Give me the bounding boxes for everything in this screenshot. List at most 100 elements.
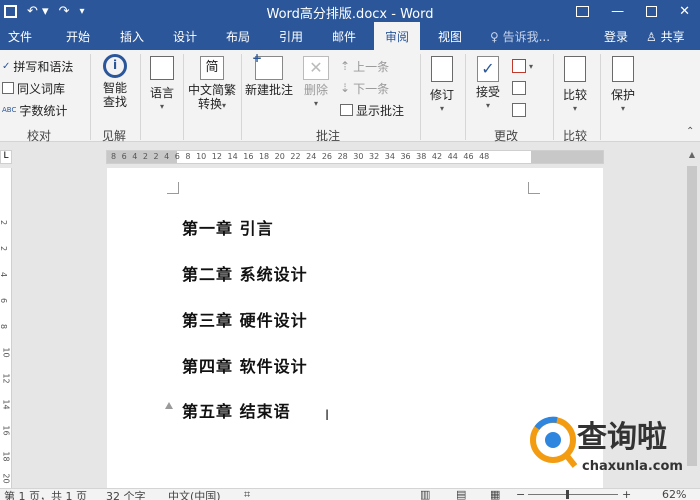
ruler-number: 18 — [1, 451, 11, 462]
next-change-button[interactable] — [512, 100, 526, 120]
zoom-level[interactable]: 62% — [662, 488, 686, 500]
tab-selector[interactable]: L — [0, 150, 12, 164]
group-separator — [553, 54, 554, 140]
track-changes-icon — [431, 56, 453, 82]
compare-label: 比较 — [562, 88, 587, 102]
language-label: 语言 — [149, 86, 174, 100]
accept-label: 接受 — [475, 85, 500, 99]
margin-corner-tr — [528, 182, 540, 194]
horizontal-ruler[interactable]: 8 6 4 2 2 4 6 8 10 12 14 16 18 20 22 24 … — [106, 150, 604, 164]
reject-icon — [512, 59, 526, 73]
web-layout-icon[interactable]: ▦ — [490, 488, 500, 500]
close-icon[interactable]: ✕ — [679, 4, 690, 19]
ruler-number: 2 — [0, 220, 8, 225]
next-comment-label: 下一条 — [353, 81, 390, 96]
ruler-number: 6 — [0, 298, 8, 303]
tab-insert[interactable]: 插入 — [112, 22, 152, 50]
ruler-number: 14 — [1, 399, 11, 410]
zoom-slider[interactable] — [528, 494, 618, 495]
tell-me-box[interactable]: ♀ 告诉我... — [490, 22, 550, 50]
magnifier-logo-icon — [530, 416, 578, 468]
group-separator — [465, 54, 466, 140]
title-bar: ↶ ▾ ↷ ▾ Word高分排版.docx - Word — ✕ — [0, 0, 700, 22]
track-changes-button[interactable]: 修订 ▾ — [424, 56, 460, 116]
tab-mailings[interactable]: 邮件 — [324, 22, 364, 50]
tab-view[interactable]: 视图 — [430, 22, 470, 50]
group-separator — [90, 54, 91, 140]
group-label-comments: 批注 — [316, 129, 341, 143]
tab-layout[interactable]: 布局 — [218, 22, 258, 50]
collapse-heading-icon[interactable] — [165, 402, 173, 409]
tab-references[interactable]: 引用 — [271, 22, 311, 50]
next-comment-icon: ⇣ — [340, 81, 351, 95]
tab-file[interactable]: 文件 — [0, 22, 40, 50]
previous-comment-button[interactable]: ⇡ 上一条 — [340, 56, 389, 76]
language-status[interactable]: 中文(中国) — [168, 488, 221, 500]
heading-chapter-4[interactable]: 第四章 软件设计 — [182, 353, 308, 377]
compare-button[interactable]: 比较 ▾ — [556, 56, 594, 116]
ruler-number: 12 — [1, 373, 11, 384]
smart-lookup-button[interactable]: i 智能 查找 — [97, 54, 133, 109]
group-separator — [420, 54, 421, 140]
group-label-insights: 见解 — [102, 129, 127, 143]
minimize-icon[interactable]: — — [611, 4, 624, 19]
thesaurus-button[interactable]: 同义词库 — [2, 78, 65, 98]
ribbon-display-options-icon[interactable] — [576, 5, 590, 17]
reject-button[interactable]: ▾ — [512, 56, 533, 76]
ruler-number: 2 — [0, 246, 8, 251]
zoom-slider-thumb[interactable] — [566, 490, 569, 499]
previous-comment-label: 上一条 — [353, 59, 390, 74]
zoom-out-icon[interactable]: − — [516, 488, 525, 500]
ruler-number: 16 — [1, 425, 11, 436]
new-comment-label: 新建批注 — [244, 83, 293, 97]
new-comment-icon: + — [252, 51, 283, 80]
heading-chapter-5[interactable]: 第五章 结束语 — [182, 398, 291, 422]
protect-button[interactable]: 保护 ▾ — [604, 56, 642, 116]
tab-home[interactable]: 开始 — [58, 22, 98, 50]
show-comments-icon — [340, 104, 353, 116]
tell-me-text: 告诉我... — [502, 30, 551, 44]
tab-design[interactable]: 设计 — [165, 22, 205, 50]
ruler-number: 20 — [1, 473, 11, 484]
maximize-icon[interactable] — [646, 5, 658, 17]
lightbulb-icon: ♀ — [490, 30, 503, 44]
word-count-button[interactable]: ABC 字数统计 — [2, 100, 67, 120]
window-controls: — ✕ — [576, 0, 700, 22]
chinese-conversion-button[interactable]: 简 中文简繁 转换▾ — [186, 56, 238, 113]
login-link[interactable]: 登录 — [604, 22, 628, 50]
watermark-logo: 查询啦 chaxunla.com — [527, 410, 695, 482]
show-comments-button[interactable]: 显示批注 — [340, 100, 404, 120]
heading-chapter-3[interactable]: 第三章 硬件设计 — [182, 307, 308, 331]
zoom-in-icon[interactable]: + — [622, 488, 631, 500]
tab-review[interactable]: 审阅 — [374, 22, 420, 50]
next-comment-button[interactable]: ⇣ 下一条 — [340, 78, 389, 98]
dropdown-arrow-icon: ▾ — [439, 104, 444, 113]
accept-button[interactable]: ✓ 接受 ▾ — [470, 56, 506, 113]
watermark-text: 查询啦 — [577, 420, 667, 455]
vertical-ruler[interactable]: 2 2 4 6 8 10 12 14 16 18 20 — [0, 168, 12, 488]
ribbon-review: ✓ 拼写和语法 同义词库 ABC 字数统计 校对 i 智能 查找 见解 语言 ▾… — [0, 50, 700, 143]
group-label-changes: 更改 — [494, 129, 519, 143]
next-change-icon — [512, 103, 526, 117]
page-count[interactable]: 第 1 页，共 1 页 — [4, 488, 87, 500]
collapse-ribbon-icon[interactable]: ⌃ — [686, 126, 694, 137]
print-layout-icon[interactable]: ▤ — [456, 488, 466, 500]
group-separator — [241, 54, 242, 140]
share-button[interactable]: ♙ 共享 — [646, 22, 685, 50]
spelling-grammar-button[interactable]: ✓ 拼写和语法 — [2, 56, 73, 76]
heading-chapter-1[interactable]: 第一章 引言 — [182, 215, 274, 239]
ruler-right-margin — [531, 151, 603, 163]
status-bar: 第 1 页，共 1 页 32 个字 中文(中国) ⌗ ▥ ▤ ▦ − + 62% — [0, 488, 700, 500]
delete-comment-icon: ✕ — [303, 56, 329, 80]
watermark-url: chaxunla.com — [582, 459, 683, 474]
read-mode-icon[interactable]: ▥ — [420, 488, 430, 500]
heading-chapter-2[interactable]: 第二章 系统设计 — [182, 261, 308, 285]
new-comment-button[interactable]: + 新建批注 — [243, 51, 295, 97]
macro-icon[interactable]: ⌗ — [244, 488, 250, 500]
previous-change-button[interactable] — [512, 78, 526, 98]
language-button[interactable]: 语言 ▾ — [146, 56, 178, 114]
delete-comment-button[interactable]: ✕ 删除 ▾ — [298, 56, 334, 111]
scroll-up-icon[interactable]: ▲ — [684, 150, 700, 159]
word-count[interactable]: 32 个字 — [106, 488, 146, 500]
spelling-icon: ✓ — [2, 60, 11, 72]
